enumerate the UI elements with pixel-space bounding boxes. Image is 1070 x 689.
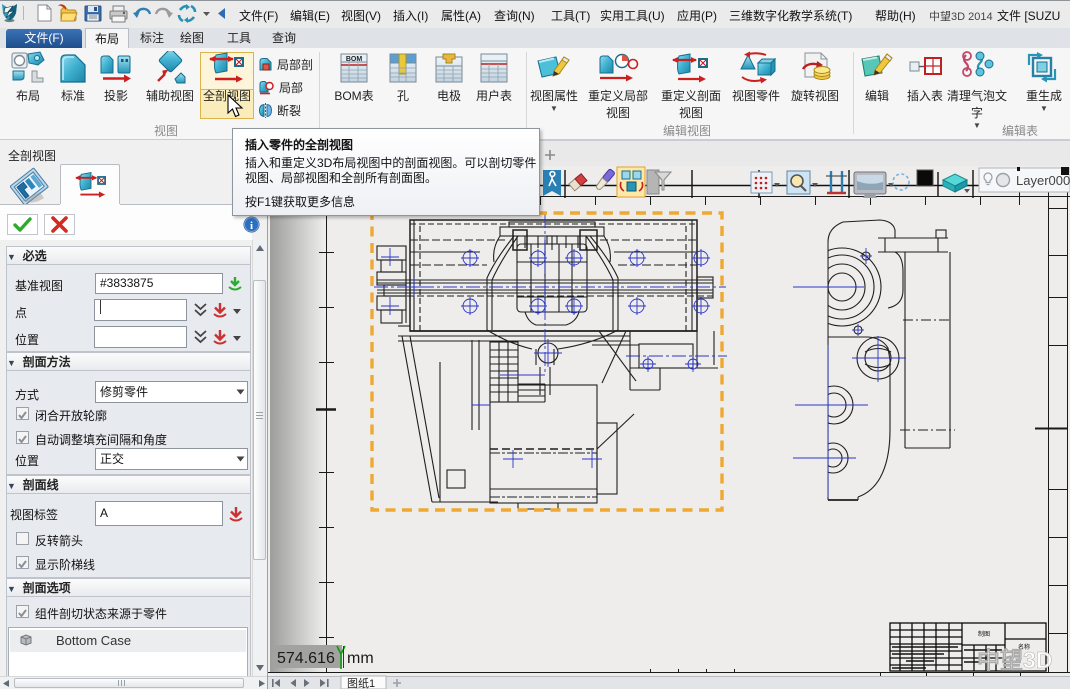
svg-text:i: i [250, 220, 253, 232]
svg-text:BOM: BOM [346, 56, 363, 63]
svg-text:图纸1: 图纸1 [347, 677, 375, 689]
svg-text:中望3D: 中望3D [977, 647, 1052, 673]
svg-text:mm: mm [347, 650, 374, 667]
svg-text:制图: 制图 [978, 630, 990, 638]
svg-text:Layer0000: Layer0000 [1016, 173, 1070, 188]
svg-text:574.616: 574.616 [277, 650, 335, 667]
